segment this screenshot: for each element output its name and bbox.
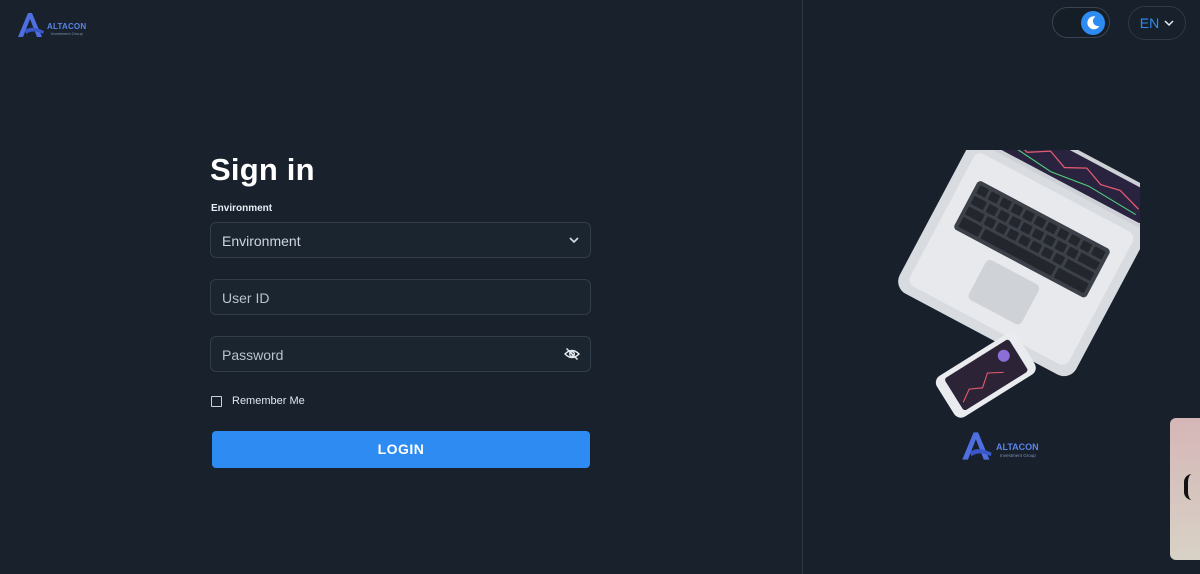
chevron-down-icon <box>1164 19 1174 26</box>
remember-me-label: Remember Me <box>232 395 305 407</box>
brand-tagline: Investment Group <box>1000 453 1036 458</box>
brand-tagline: Investment Group <box>51 31 83 36</box>
language-label: EN <box>1139 15 1160 31</box>
altacon-logo-icon <box>18 13 44 37</box>
side-widget-icon <box>1184 474 1194 500</box>
password-field[interactable]: Password <box>210 336 591 372</box>
login-button[interactable]: LOGIN <box>212 431 590 468</box>
user-id-field[interactable]: User ID <box>210 279 591 315</box>
environment-value: Environment <box>222 233 301 249</box>
brand-logo-illustration: ALTACON Investment Group <box>960 430 1055 462</box>
user-id-placeholder: User ID <box>222 290 270 306</box>
side-widget-tab[interactable] <box>1170 418 1200 560</box>
brand-name: ALTACON <box>996 442 1039 452</box>
theme-toggle-knob <box>1081 11 1105 35</box>
language-selector[interactable]: EN <box>1128 6 1186 40</box>
environment-label: Environment <box>211 203 273 214</box>
password-placeholder: Password <box>222 347 284 363</box>
environment-select[interactable]: Environment <box>210 222 591 258</box>
theme-toggle[interactable] <box>1052 7 1110 38</box>
panel-divider <box>802 0 803 574</box>
altacon-logo-icon <box>962 432 992 460</box>
chevron-down-icon <box>569 237 579 244</box>
page-title: Sign in <box>210 152 315 187</box>
brand-logo[interactable]: ALTACON Investment Group <box>16 11 106 39</box>
eye-off-icon[interactable] <box>564 346 580 362</box>
brand-name: ALTACON <box>47 22 87 31</box>
moon-icon <box>1087 16 1100 30</box>
remember-me[interactable]: Remember Me <box>211 394 305 408</box>
remember-me-checkbox[interactable] <box>211 395 222 407</box>
laptop-phone-illustration <box>898 150 1140 418</box>
